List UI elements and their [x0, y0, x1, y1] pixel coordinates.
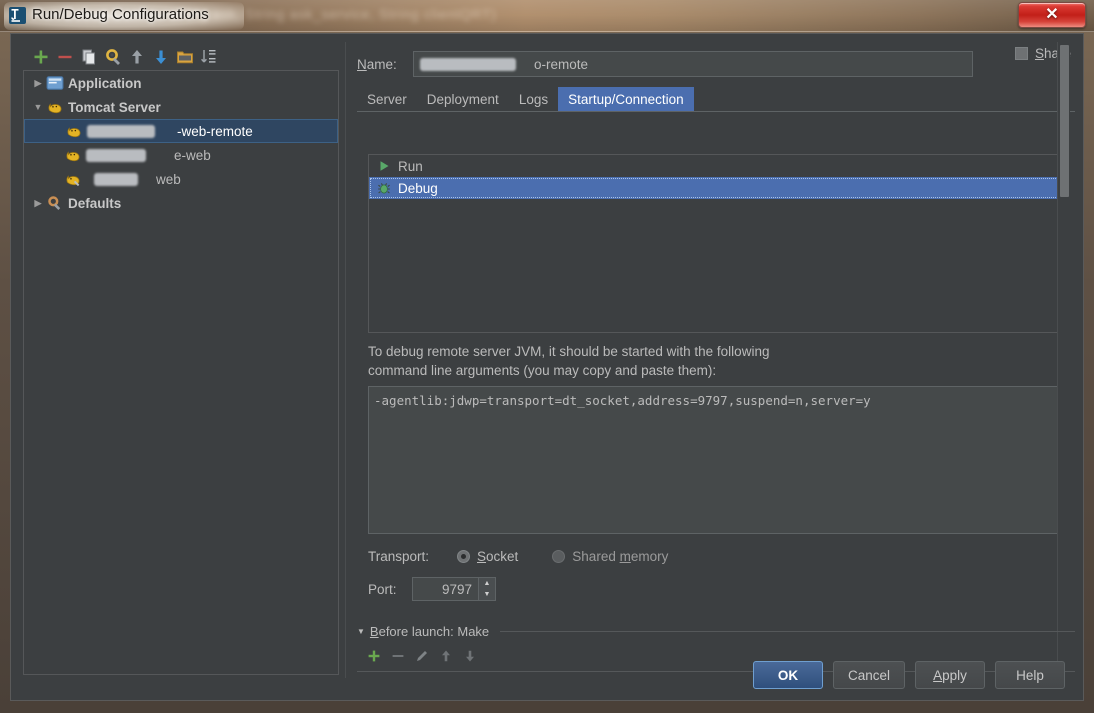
chevron-right-icon[interactable]: ▶ [30, 78, 46, 89]
debug-bug-icon [378, 183, 390, 194]
startup-connection-panel: Run Debug To debug remote server JVM, it… [357, 112, 1075, 678]
tree-node-label: Tomcat Server [68, 99, 161, 115]
configurations-tree[interactable]: ▶ Application ▼ Tomcat Server -web-remot… [23, 70, 339, 675]
tree-node-label: Application [68, 75, 142, 91]
stepper-up-icon[interactable]: ▲ [479, 578, 495, 589]
window-title: Run/Debug Configurations [32, 6, 209, 23]
application-window: string ask, String ask_service, String c… [0, 0, 1094, 713]
port-row: Port: 9797 ▲ ▼ [368, 576, 496, 602]
startup-modes-list[interactable]: Run Debug [368, 154, 1062, 333]
chevron-down-icon[interactable]: ▼ [30, 102, 46, 112]
content-scrollbar[interactable] [1057, 42, 1070, 678]
arrow-down-icon[interactable] [151, 47, 171, 67]
run-play-icon [380, 161, 389, 171]
tab-deployment[interactable]: Deployment [417, 87, 509, 111]
configuration-editor-pane: Name: o-remote Share Server Deployment L… [349, 42, 1075, 678]
redacted-text-block [420, 57, 516, 71]
section-divider [500, 631, 1075, 632]
configuration-tabs: Server Deployment Logs Startup/Connectio… [357, 87, 1075, 112]
port-stepper[interactable]: ▲ ▼ [478, 578, 495, 600]
tomcat-icon [67, 127, 81, 138]
close-button[interactable]: ✕ [1018, 2, 1086, 28]
tree-node-config-web-remote[interactable]: -web-remote [24, 119, 338, 143]
sort-icon[interactable] [199, 47, 219, 67]
checkbox-box[interactable] [1014, 47, 1028, 60]
radio-button-shared-memory[interactable] [552, 549, 566, 563]
tomcat-icon [48, 103, 62, 114]
tree-node-label: -web-remote [177, 123, 253, 139]
dialog-buttons: OK Cancel Apply Help [11, 658, 1083, 692]
panel-splitter[interactable] [345, 42, 346, 678]
scrollbar-thumb[interactable] [1060, 45, 1069, 197]
transport-row: Transport: Socket Shared memory [368, 544, 1062, 568]
command-line-arguments-field[interactable]: -agentlib:jdwp=transport=dt_socket,addre… [368, 386, 1062, 534]
cancel-button[interactable]: Cancel [832, 661, 905, 689]
radio-shared-memory[interactable]: Shared memory [552, 549, 668, 564]
name-input[interactable]: o-remote [413, 51, 973, 77]
tree-node-application[interactable]: ▶ Application [24, 71, 338, 95]
chevron-right-icon[interactable]: ▶ [30, 198, 46, 209]
tomcat-icon [66, 151, 80, 162]
port-label: Port: [368, 581, 397, 597]
defaults-wrench-icon[interactable] [103, 47, 123, 67]
port-spinner[interactable]: 9797 ▲ ▼ [412, 577, 496, 601]
stepper-down-icon[interactable]: ▼ [479, 589, 495, 600]
intellij-idea-icon [9, 7, 26, 24]
debug-instructions-line-1: To debug remote server JVM, it should be… [368, 344, 770, 359]
name-row: Name: o-remote [357, 50, 1075, 78]
tree-node-label: e-web [174, 147, 211, 163]
tab-server[interactable]: Server [357, 87, 417, 111]
debug-instructions-line-2: command line arguments (you may copy and… [368, 363, 717, 378]
help-button[interactable]: Help [995, 661, 1065, 689]
copy-icon[interactable] [79, 47, 99, 67]
titlebar-background-ghost-text: string ask, String ask_service, String c… [170, 6, 497, 22]
radio-button-socket[interactable] [457, 549, 470, 563]
port-input[interactable]: 9797 [413, 582, 478, 597]
defaults-wrench-icon [48, 196, 61, 210]
list-item-run[interactable]: Run [369, 155, 1061, 177]
chevron-down-icon[interactable]: ▼ [357, 627, 365, 636]
tree-node-config-web[interactable]: web [24, 167, 338, 191]
name-input-value: o-remote [534, 56, 589, 72]
tab-logs[interactable]: Logs [509, 87, 558, 111]
tab-startup-connection[interactable]: Startup/Connection [558, 87, 694, 111]
close-icon: ✕ [1045, 6, 1059, 23]
arrow-up-icon[interactable] [127, 47, 147, 67]
redacted-text-block [87, 124, 155, 138]
apply-button[interactable]: Apply [915, 661, 985, 689]
tomcat-config-icon [66, 175, 80, 187]
before-launch-header[interactable]: ▼ Before launch: Make [357, 624, 1075, 639]
transport-label: Transport: [368, 548, 430, 564]
before-launch-label: Before launch: Make [369, 624, 490, 639]
name-label: Name: [357, 56, 397, 72]
tree-node-label: Defaults [68, 195, 122, 211]
list-item-label: Debug [398, 180, 438, 196]
configurations-toolbar [23, 44, 339, 70]
radio-socket[interactable]: Socket [457, 549, 518, 564]
radio-shared-memory-label: Shared memory [572, 548, 669, 564]
redacted-text-block [86, 148, 146, 162]
tree-node-defaults[interactable]: ▶ Defaults [24, 191, 338, 215]
tree-node-config-e-web[interactable]: e-web [24, 143, 338, 167]
folder-icon[interactable] [175, 47, 195, 67]
debug-instructions: To debug remote server JVM, it should be… [368, 342, 1062, 380]
window-titlebar[interactable]: string ask, String ask_service, String c… [0, 0, 1094, 32]
redacted-text-block [94, 172, 138, 186]
application-icon [46, 76, 64, 90]
list-item-debug[interactable]: Debug [369, 177, 1061, 199]
list-item-label: Run [398, 158, 423, 174]
plus-icon[interactable] [31, 47, 51, 67]
tree-node-label: web [156, 171, 181, 187]
tree-node-tomcat-server[interactable]: ▼ Tomcat Server [24, 95, 338, 119]
ok-button[interactable]: OK [752, 661, 823, 689]
radio-socket-label: Socket [477, 548, 519, 564]
run-debug-configurations-dialog: ▶ Application ▼ Tomcat Server -web-remot… [10, 33, 1084, 701]
minus-icon[interactable] [55, 47, 75, 67]
